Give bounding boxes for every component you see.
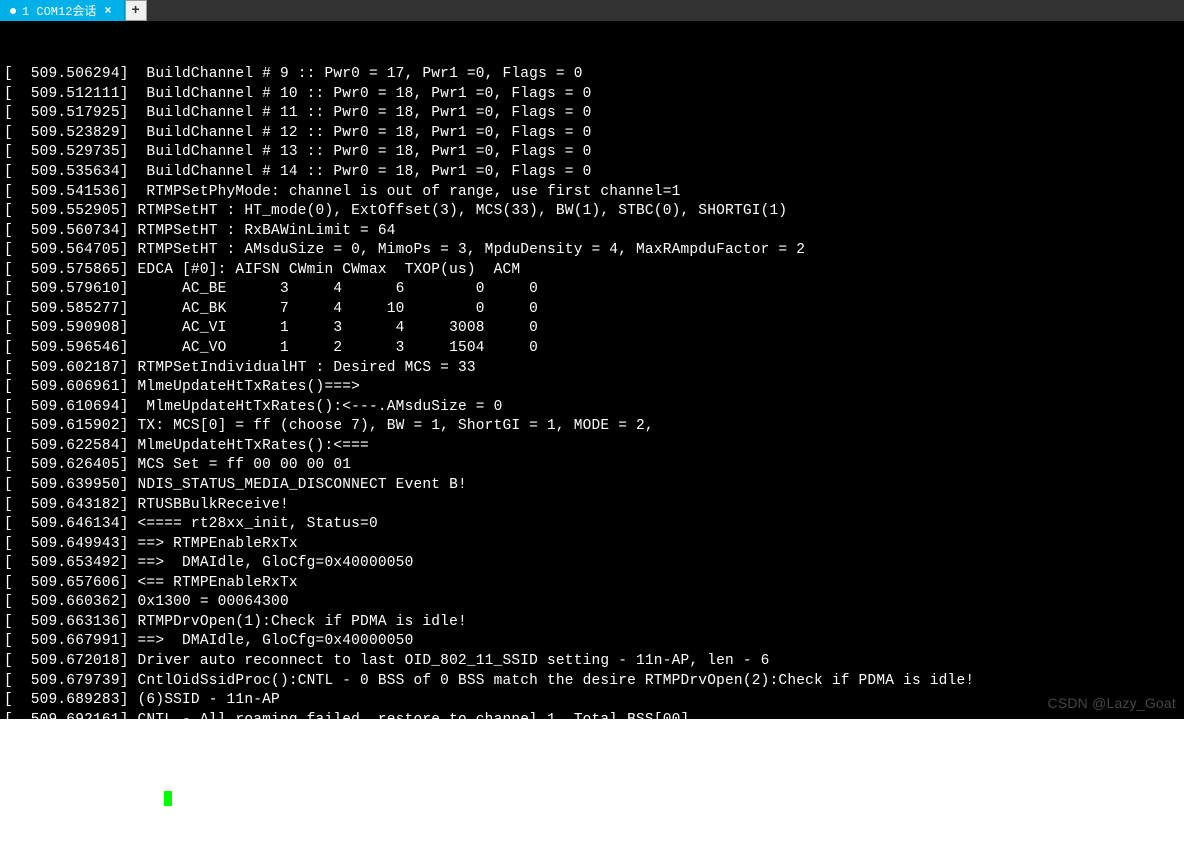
shell-prompt: [root@iTOP-4412]# [4, 790, 164, 806]
terminal-line: [ 509.667991] ==> DMAIdle, GloCfg=0x4000… [4, 632, 1180, 652]
terminal-line: [ 509.579610] AC_BE 3 4 6 0 0 [4, 280, 1180, 300]
terminal-line: [ 509.699029] ==> DMAIdle, GloCfg=0x4000… [4, 730, 1180, 750]
terminal-line: [ 509.646134] <==== rt28xx_init, Status=… [4, 515, 1180, 535]
terminal-lines: [ 509.506294] BuildChannel # 9 :: Pwr0 =… [4, 65, 1180, 750]
tab-label: 1 COM12会话 [22, 2, 96, 19]
watermark: CSDN @Lazy_Goat [1048, 694, 1176, 713]
terminal-line: [ 509.535634] BuildChannel # 14 :: Pwr0 … [4, 163, 1180, 183]
terminal-line: [ 509.585277] AC_BK 7 4 10 0 0 [4, 300, 1180, 320]
terminal-line: [ 509.639950] NDIS_STATUS_MEDIA_DISCONNE… [4, 476, 1180, 496]
terminal-line: [ 509.649943] ==> RTMPEnableRxTx [4, 535, 1180, 555]
terminal-line: [ 509.575865] EDCA [#0]: AIFSN CWmin CWm… [4, 261, 1180, 281]
terminal-line: [ 509.529735] BuildChannel # 13 :: Pwr0 … [4, 143, 1180, 163]
terminal-line: [ 509.626405] MCS Set = ff 00 00 00 01 [4, 456, 1180, 476]
terminal-line: [ 509.615902] TX: MCS[0] = ff (choose 7)… [4, 417, 1180, 437]
terminal-line: [ 509.643182] RTUSBBulkReceive! [4, 496, 1180, 516]
terminal-line: [ 509.610694] MlmeUpdateHtTxRates():<---… [4, 398, 1180, 418]
terminal-line: [ 509.560734] RTMPSetHT : RxBAWinLimit =… [4, 222, 1180, 242]
terminal-line: [ 509.602187] RTMPSetIndividualHT : Desi… [4, 359, 1180, 379]
prompt-line: [root@iTOP-4412]# [4, 789, 1180, 809]
terminal-line: [ 509.653492] ==> DMAIdle, GloCfg=0x4000… [4, 554, 1180, 574]
close-icon[interactable]: × [102, 4, 113, 18]
terminal-line: [ 509.552905] RTMPSetHT : HT_mode(0), Ex… [4, 202, 1180, 222]
terminal-line: [ 509.596546] AC_VO 1 2 3 1504 0 [4, 339, 1180, 359]
terminal-line: [ 509.564705] RTMPSetHT : AMsduSize = 0,… [4, 241, 1180, 261]
terminal-line: [ 509.606961] MlmeUpdateHtTxRates()===> [4, 378, 1180, 398]
terminal-line: [ 509.506294] BuildChannel # 9 :: Pwr0 =… [4, 65, 1180, 85]
plus-icon: + [131, 3, 139, 19]
terminal-line: [ 509.657606] <== RTMPEnableRxTx [4, 574, 1180, 594]
tab-strip: 1 COM12会话 × + [0, 0, 1184, 22]
terminal-line: [ 509.523829] BuildChannel # 12 :: Pwr0 … [4, 124, 1180, 144]
terminal-line: [ 509.660362] 0x1300 = 00064300 [4, 593, 1180, 613]
tab-status-dot-icon [10, 8, 16, 14]
terminal-line: [ 509.692161] CNTL - All roaming failed,… [4, 711, 1180, 731]
terminal-line: [ 509.512111] BuildChannel # 10 :: Pwr0 … [4, 85, 1180, 105]
tab-com12[interactable]: 1 COM12会话 × [0, 0, 125, 21]
cursor-icon [164, 791, 172, 806]
terminal-line: [ 509.689283] (6)SSID - 11n-AP [4, 691, 1180, 711]
tab-add-button[interactable]: + [125, 0, 147, 21]
terminal-line: [ 509.590908] AC_VI 1 3 4 3008 0 [4, 319, 1180, 339]
terminal-line: [ 509.679739] CntlOidSsidProc():CNTL - 0… [4, 672, 1180, 692]
terminal-line: [ 509.622584] MlmeUpdateHtTxRates():<=== [4, 437, 1180, 457]
terminal-line: [ 509.541536] RTMPSetPhyMode: channel is… [4, 183, 1180, 203]
terminal-output[interactable]: [ 509.506294] BuildChannel # 9 :: Pwr0 =… [0, 22, 1184, 719]
terminal-line: [ 509.517925] BuildChannel # 11 :: Pwr0 … [4, 104, 1180, 124]
terminal-line: [ 509.663136] RTMPDrvOpen(1):Check if PD… [4, 613, 1180, 633]
terminal-line: [ 509.672018] Driver auto reconnect to l… [4, 652, 1180, 672]
